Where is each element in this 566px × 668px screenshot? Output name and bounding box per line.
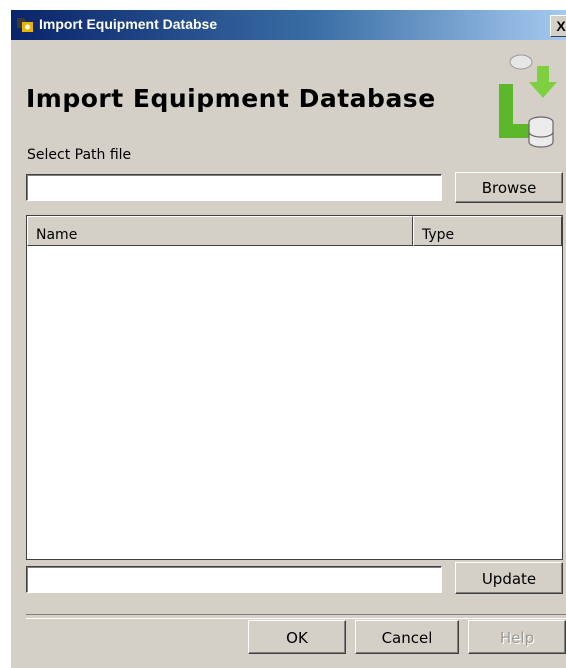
path-file-input[interactable] (26, 174, 442, 201)
cancel-button[interactable]: Cancel (355, 620, 459, 654)
update-button[interactable]: Update (455, 562, 563, 594)
ok-button[interactable]: OK (248, 620, 346, 654)
browse-button[interactable]: Browse (455, 172, 563, 203)
app-icon (15, 16, 35, 34)
title-bar[interactable]: Import Equipment Databse X (11, 10, 566, 40)
page-title: Import Equipment Database (26, 84, 436, 113)
import-dialog: Import Equipment Databse X Import Equipm… (11, 10, 566, 668)
select-path-label: Select Path file (27, 147, 132, 163)
import-database-icon (489, 52, 566, 148)
window-title: Import Equipment Databse (39, 16, 218, 32)
column-header-name[interactable]: Name (27, 216, 413, 246)
help-button[interactable]: Help (468, 620, 566, 654)
close-button[interactable]: X (550, 15, 566, 37)
equipment-table[interactable]: Name Type (26, 215, 563, 560)
separator (26, 614, 566, 619)
update-input[interactable] (26, 566, 442, 593)
column-header-type[interactable]: Type (413, 216, 562, 246)
